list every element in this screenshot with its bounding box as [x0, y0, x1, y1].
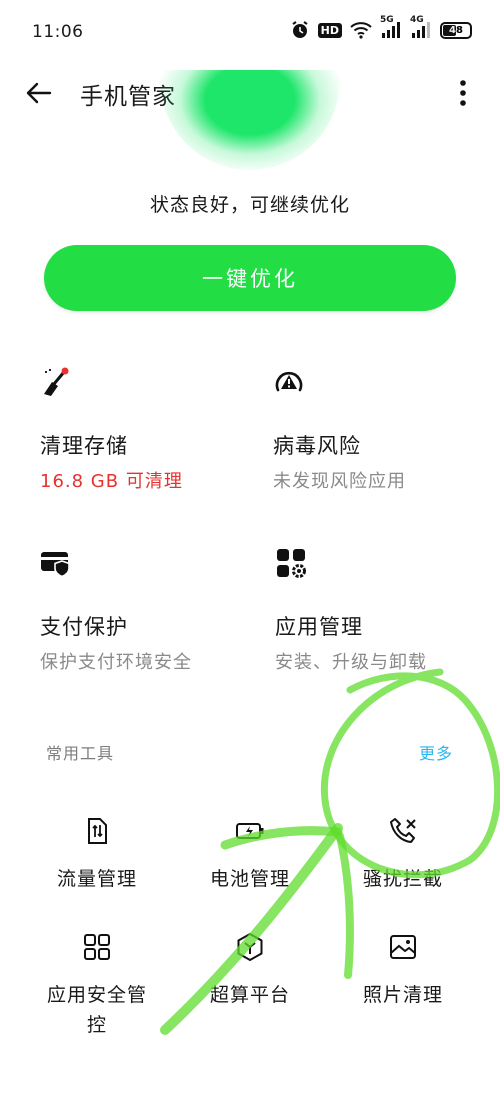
signal-4g-icon: 4G	[410, 15, 432, 39]
back-button[interactable]	[22, 76, 56, 110]
arrow-left-icon	[26, 82, 52, 104]
tool-label: 超算平台	[209, 984, 290, 1006]
net-5g-label: 5G	[380, 15, 394, 25]
net-4g-label: 4G	[410, 15, 424, 25]
call-block-icon	[390, 818, 416, 843]
broom-icon	[44, 367, 69, 396]
feature-title: 清理存储	[40, 434, 128, 458]
tool-photo-clean[interactable]: 照片清理	[338, 932, 468, 1010]
feature-virus-risk[interactable]: 病毒风险 未发现风险应用	[273, 366, 493, 492]
feature-title: 应用管理	[275, 615, 363, 639]
photo-clean-icon	[390, 935, 416, 959]
screen: 11:06 HD 5G 4G 48 手机管家 状态良好，可继续优化 一键优化 清…	[0, 0, 500, 1103]
signal-5g-icon: 5G	[380, 15, 402, 39]
status-icons: HD 5G 4G 48	[290, 15, 472, 40]
data-traffic-icon	[88, 818, 107, 844]
tool-label: 电池管理	[209, 868, 290, 890]
status-text: 状态良好，可继续优化	[149, 194, 350, 216]
tool-label: 骚扰拦截	[362, 868, 443, 890]
tool-label: 流量管理	[56, 868, 137, 890]
battery-icon: 48	[440, 21, 472, 39]
tool-app-security[interactable]: 应用安全管控	[32, 932, 162, 1040]
feature-subtitle: 安装、升级与卸载	[275, 652, 427, 673]
more-options-button[interactable]	[450, 76, 476, 110]
more-tools-link[interactable]: 更多	[419, 740, 453, 764]
feature-subtitle: 16.8 GB 可清理	[40, 471, 183, 492]
hexagon-cube-icon	[237, 932, 263, 962]
feature-clean-storage[interactable]: 清理存储 16.8 GB 可清理	[40, 366, 260, 492]
feature-app-management[interactable]: 应用管理 安装、升级与卸载	[275, 547, 495, 673]
hd-badge: HD	[317, 22, 342, 38]
section-label: 常用工具	[46, 744, 115, 763]
feature-subtitle: 保护支付环境安全	[40, 652, 192, 673]
feature-title: 支付保护	[40, 615, 128, 639]
more-vertical-icon	[460, 80, 466, 106]
battery-level: 48	[449, 24, 463, 36]
battery-charge-icon	[236, 823, 264, 839]
tool-supercomputing[interactable]: 超算平台	[185, 932, 315, 1010]
tool-label: 应用安全管控	[46, 984, 147, 1036]
card-shield-icon	[41, 552, 70, 578]
tool-battery[interactable]: 电池管理	[185, 816, 315, 894]
status-time: 11:06	[32, 22, 84, 42]
one-click-optimize-button[interactable]: 一键优化	[44, 245, 456, 311]
wifi-icon	[350, 21, 372, 39]
tool-call-block[interactable]: 骚扰拦截	[338, 816, 468, 894]
tool-label: 照片清理	[362, 984, 443, 1006]
feature-title: 病毒风险	[273, 434, 361, 458]
health-status-graphic	[160, 70, 340, 170]
tool-data-usage[interactable]: 流量管理	[32, 816, 162, 894]
alarm-icon	[290, 20, 310, 40]
feature-payment-protection[interactable]: 支付保护 保护支付环境安全	[40, 547, 260, 673]
app-grid-gear-icon	[277, 549, 306, 578]
app-security-icon	[84, 934, 110, 960]
virus-alert-icon	[275, 371, 303, 392]
status-bar: 11:06 HD 5G 4G 48	[0, 0, 500, 62]
feature-subtitle: 未发现风险应用	[273, 471, 406, 492]
